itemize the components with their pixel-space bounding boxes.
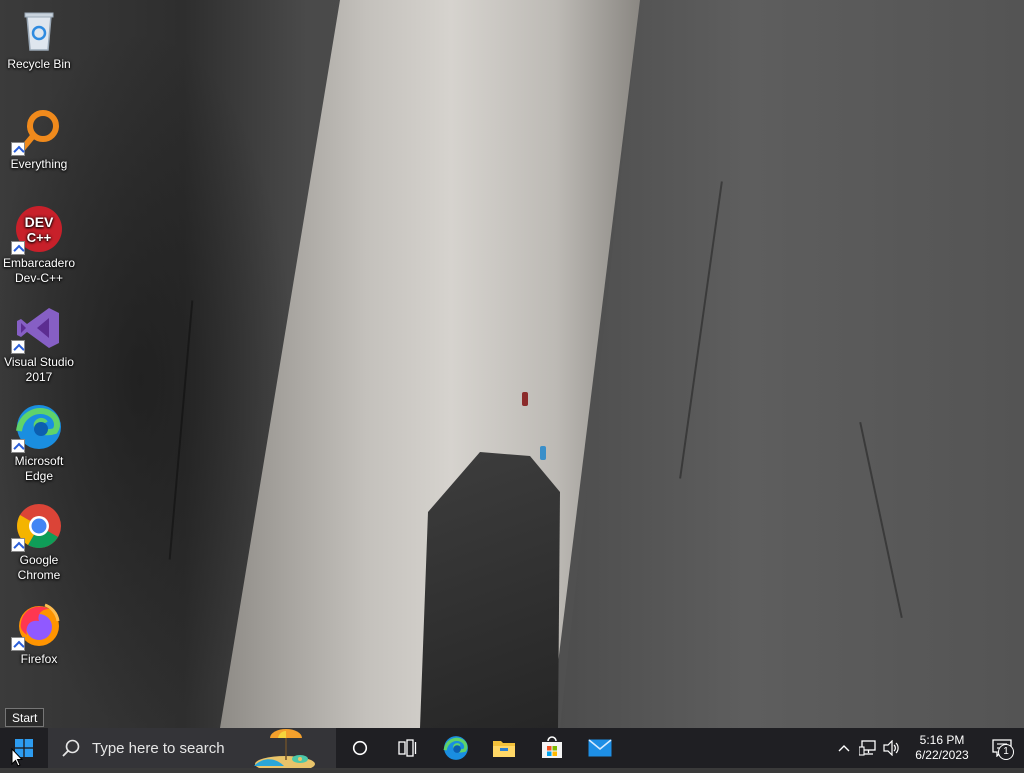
- shortcut-arrow-icon: [11, 439, 25, 453]
- firefox-icon: [11, 601, 63, 651]
- microsoft-store-icon: [542, 736, 562, 758]
- desktop-icon-google-chrome[interactable]: Google Chrome: [2, 502, 76, 583]
- wallpaper-climber: [522, 392, 528, 406]
- taskbar-edge-button[interactable]: [432, 728, 480, 768]
- wallpaper-climber: [540, 446, 546, 460]
- desktop-icon-label-line2: Dev-C++: [14, 271, 64, 285]
- devcpp-glyph-bottom: C++: [27, 230, 52, 245]
- mail-icon: [588, 739, 612, 757]
- devcpp-glyph-top: DEV: [25, 214, 54, 230]
- edge-icon: [11, 403, 63, 453]
- desktop-icon-visual-studio[interactable]: Visual Studio 2017: [2, 304, 76, 385]
- chrome-icon: [11, 502, 63, 552]
- system-tray: 5:16 PM 6/22/2023 1: [832, 728, 1024, 768]
- desktop-icon-label-line1: Google: [19, 553, 59, 567]
- desktop-icon-firefox[interactable]: Firefox: [2, 601, 76, 667]
- action-center-button[interactable]: 1: [980, 728, 1024, 768]
- taskbar: Type here to search 5:16 PM 6/22/2023 1: [0, 728, 1024, 772]
- shortcut-arrow-icon: [11, 538, 25, 552]
- cortana-button[interactable]: [336, 728, 384, 768]
- visual-studio-icon: [11, 304, 63, 354]
- taskbar-file-explorer-button[interactable]: [480, 728, 528, 768]
- chevron-up-icon: [838, 745, 850, 752]
- task-view-icon: [398, 739, 417, 757]
- desktop-icon-label-line2: 2017: [25, 370, 53, 384]
- taskbar-mail-button[interactable]: [576, 728, 624, 768]
- desktop-icon-label: Everything: [10, 157, 68, 171]
- file-explorer-icon: [493, 741, 515, 757]
- wallpaper-crack: [168, 300, 194, 560]
- desktop-icon-label-line2: Chrome: [17, 568, 61, 582]
- search-placeholder: Type here to search: [92, 739, 225, 757]
- mouse-cursor-icon: [11, 748, 23, 767]
- desktop-icon-microsoft-edge[interactable]: Microsoft Edge: [2, 403, 76, 484]
- search-highlight-beach-icon: [254, 728, 316, 772]
- search-icon: [60, 737, 82, 759]
- desktop-icon-devcpp[interactable]: DEV C++ Embarcadero Dev-C++: [2, 205, 76, 286]
- volume-icon: [883, 740, 899, 756]
- shortcut-arrow-icon: [11, 637, 25, 651]
- devcpp-icon: DEV C++: [11, 205, 63, 255]
- clock-time: 5:16 PM: [919, 733, 965, 747]
- task-view-button[interactable]: [384, 728, 432, 768]
- recycle-bin-icon: [15, 6, 63, 54]
- desktop-icon-recycle-bin[interactable]: Recycle Bin: [2, 6, 76, 72]
- desktop-icon-label-line1: Microsoft: [14, 454, 64, 468]
- taskbar-search-box[interactable]: Type here to search: [48, 728, 336, 772]
- cortana-icon: [352, 740, 368, 756]
- taskbar-store-button[interactable]: [528, 728, 576, 768]
- network-icon: [859, 740, 876, 756]
- desktop-icon-everything[interactable]: Everything: [2, 106, 76, 172]
- taskbar-clock[interactable]: 5:16 PM 6/22/2023: [904, 733, 980, 763]
- desktop-icon-label: Recycle Bin: [7, 57, 71, 71]
- shortcut-arrow-icon: [11, 142, 25, 156]
- edge-icon: [443, 736, 468, 760]
- desktop-icon-label-line2: Edge: [24, 469, 54, 483]
- desktop-wallpaper: [0, 0, 1024, 728]
- everything-search-icon: [11, 106, 63, 156]
- show-hidden-icons-button[interactable]: [832, 728, 856, 768]
- shortcut-arrow-icon: [11, 340, 25, 354]
- desktop-icon-label: Firefox: [20, 652, 58, 666]
- desktop-icon-label-line1: Embarcadero: [2, 256, 76, 270]
- wallpaper-right-cliff: [560, 0, 1024, 728]
- clock-date: 6/22/2023: [915, 748, 969, 762]
- shortcut-arrow-icon: [11, 241, 25, 255]
- volume-button[interactable]: [880, 728, 904, 768]
- network-button[interactable]: [856, 728, 880, 768]
- desktop-icon-label-line1: Visual Studio: [4, 355, 74, 369]
- start-button[interactable]: [0, 728, 48, 768]
- start-tooltip: Start: [5, 708, 45, 727]
- notification-count-badge: 1: [998, 744, 1014, 760]
